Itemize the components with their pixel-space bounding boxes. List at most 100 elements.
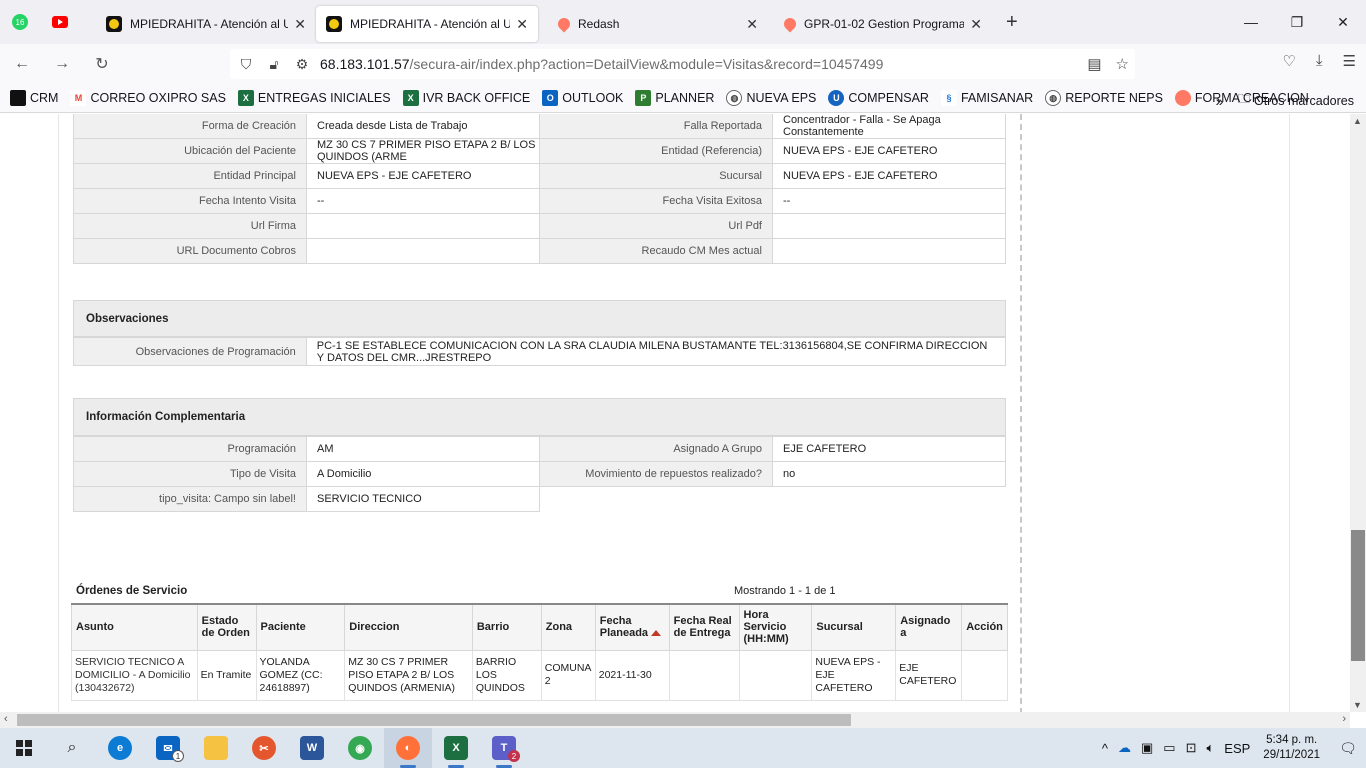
field-value: A Domicilio <box>306 461 540 487</box>
column-header[interactable]: Zona <box>540 603 596 651</box>
back-icon[interactable]: ← <box>4 48 40 80</box>
cell-direccion: MZ 30 CS 7 PRIMER PISO ETAPA 2 B/ LOS QU… <box>344 649 473 701</box>
table-row[interactable]: SERVICIO TECNICO A DOMICILIO - A Domicil… <box>71 649 1008 701</box>
horizontal-scrollbar[interactable]: ‹ › <box>0 712 1350 728</box>
cell-asignado: EJE CAFETERO <box>895 649 963 701</box>
scrollbar-thumb[interactable] <box>17 714 851 726</box>
close-icon[interactable]: ✕ <box>516 16 528 33</box>
cell-accion[interactable] <box>961 649 1008 701</box>
cell-paciente[interactable]: YOLANDA GOMEZ (CC: 24618897) <box>255 649 346 701</box>
search-button[interactable]: ⌕ <box>48 728 96 768</box>
downloads-icon[interactable]: ⤓ <box>1316 52 1323 70</box>
orders-title: Órdenes de Servicio <box>76 585 188 597</box>
permissions-icon[interactable]: ⚙ <box>290 56 314 73</box>
tab-mpiedrahita-2[interactable]: MPIEDRAHITA - Atención al Usuario ✕ <box>316 6 538 42</box>
bookmark-nueva-eps[interactable]: ◍ NUEVA EPS <box>726 90 816 106</box>
taskbar-snip[interactable]: ✂ <box>240 728 288 768</box>
section-title: Información Complementaria <box>86 411 246 423</box>
detail-table: Forma de Creación Creada desde Lista de … <box>73 114 1006 264</box>
bookmark-label: NUEVA EPS <box>746 91 817 105</box>
tab-gpr[interactable]: GPR-01-02 Gestion Programacion ✕ <box>772 6 992 42</box>
language-indicator[interactable]: ESP <box>1224 741 1250 756</box>
column-header[interactable]: Asignado a <box>895 603 963 651</box>
pinned-tab-whatsapp[interactable]: 16 <box>0 0 40 44</box>
clock-time: 5:34 p. m. <box>1266 734 1318 746</box>
taskbar-excel[interactable]: X <box>432 728 480 768</box>
taskbar-chrome[interactable]: ◉ <box>336 728 384 768</box>
close-icon[interactable]: ✕ <box>746 16 758 33</box>
bookmark-outlook[interactable]: O OUTLOOK <box>542 90 623 106</box>
bookmark-planner[interactable]: P PLANNER <box>635 90 714 106</box>
taskbar-mail[interactable]: ✉ 1 <box>144 728 192 768</box>
network-icon[interactable]: ⊡ <box>1186 740 1197 756</box>
reload-icon[interactable]: ↻ <box>84 48 120 80</box>
close-icon[interactable]: ✕ <box>970 16 982 33</box>
scroll-up-icon[interactable]: ▲ <box>1353 116 1362 126</box>
bookmark-famisanar[interactable]: § FAMISANAR <box>940 90 1033 106</box>
vertical-scrollbar[interactable]: ▲ ▼ <box>1350 114 1366 712</box>
taskbar-word[interactable]: W <box>288 728 336 768</box>
pocket-icon[interactable]: ♡ <box>1282 52 1295 70</box>
cell-estado: En Tramite <box>196 649 257 701</box>
taskbar-teams[interactable]: T2 <box>480 728 528 768</box>
tab-mpiedrahita-1[interactable]: MPIEDRAHITA - Atención al Usuario ✕ <box>96 6 316 42</box>
column-header[interactable]: Fecha Planeada <box>594 603 670 651</box>
close-icon[interactable]: ✕ <box>294 16 306 33</box>
bookmark-ivr[interactable]: X IVR BACK OFFICE <box>402 90 530 106</box>
column-header[interactable]: Asunto <box>71 603 198 651</box>
scroll-left-icon[interactable]: ‹ <box>4 713 8 725</box>
outlook-icon: O <box>542 90 559 106</box>
more-bookmarks-icon[interactable]: » <box>1216 93 1224 109</box>
column-header[interactable]: Fecha Real de Entrega <box>668 603 740 651</box>
new-tab-icon[interactable]: + <box>992 11 1032 34</box>
bookmark-entregas[interactable]: X ENTREGAS INICIALES <box>237 90 391 106</box>
divider <box>1020 114 1022 712</box>
notification-icon[interactable]: 🗨︎ <box>1330 728 1366 768</box>
bookmark-correo[interactable]: M CORREO OXIPRO SAS <box>70 90 226 106</box>
reader-view-icon[interactable]: ▤ <box>1087 55 1101 73</box>
restore-icon[interactable]: ❐ <box>1274 0 1320 44</box>
column-header[interactable]: Barrio <box>471 603 542 651</box>
bookmark-crm[interactable]: CRM <box>10 90 58 106</box>
tab-redash[interactable]: Redash ✕ <box>546 6 768 42</box>
insecure-lock-icon[interactable]: 🔓︎ <box>262 56 286 73</box>
bookmark-star-icon[interactable]: ☆ <box>1116 55 1129 73</box>
famisanar-icon: § <box>940 90 957 106</box>
taskbar-explorer[interactable] <box>192 728 240 768</box>
chevron-up-icon[interactable]: ^ <box>1102 741 1108 756</box>
onedrive-icon[interactable]: ☁ <box>1118 740 1131 756</box>
column-label: Fecha Real de Entrega <box>673 615 732 640</box>
taskbar-firefox[interactable]: ◐ <box>384 728 432 768</box>
sort-ascending-icon[interactable] <box>651 630 662 637</box>
forward-icon[interactable]: → <box>44 48 80 80</box>
cell-asunto[interactable]: SERVICIO TECNICO A DOMICILIO - A Domicil… <box>71 649 198 701</box>
url-bar[interactable]: ⛉ 🔓︎ ⚙ 68.183.101.57/secura-air/index.ph… <box>230 49 1135 79</box>
other-bookmarks[interactable]: Otros marcadores <box>1254 94 1354 108</box>
bookmark-reporte-neps[interactable]: ◍ REPORTE NEPS <box>1045 90 1163 106</box>
column-header[interactable]: Sucursal <box>811 603 897 651</box>
close-window-icon[interactable]: ✕ <box>1320 0 1366 44</box>
field-value <box>772 213 1006 239</box>
column-label: Asignado a <box>900 615 951 640</box>
pinned-tab-youtube[interactable] <box>40 0 80 44</box>
volume-icon[interactable]: 🔈︎ <box>1206 740 1214 756</box>
table-row: Observaciones de Programación PC-1 SE ES… <box>73 337 1007 366</box>
shield-icon[interactable]: ⛉ <box>234 56 258 73</box>
menu-icon[interactable]: ☰ <box>1343 52 1356 70</box>
cell-zona: COMUNA 2 <box>540 649 596 701</box>
meet-now-icon[interactable]: ▣ <box>1141 740 1153 756</box>
column-header[interactable]: Estado de Orden <box>196 603 257 651</box>
field-label: Entidad (Referencia) <box>539 138 773 164</box>
taskbar-edge[interactable]: e <box>96 728 144 768</box>
battery-icon[interactable]: ▭ <box>1163 740 1175 756</box>
bookmark-compensar[interactable]: U COMPENSAR <box>828 90 929 106</box>
column-header[interactable]: Direccion <box>344 603 473 651</box>
column-header[interactable]: Hora Servicio (HH:MM) <box>738 603 813 651</box>
scroll-right-icon[interactable]: › <box>1342 713 1346 725</box>
column-header[interactable]: Paciente <box>255 603 346 651</box>
scroll-down-icon[interactable]: ▼ <box>1353 700 1362 710</box>
minimize-icon[interactable]: — <box>1228 0 1274 44</box>
clock[interactable]: 5:34 p. m. 29/11/2021 <box>1263 733 1320 763</box>
scrollbar-thumb[interactable] <box>1351 530 1365 661</box>
start-button[interactable] <box>0 728 48 768</box>
